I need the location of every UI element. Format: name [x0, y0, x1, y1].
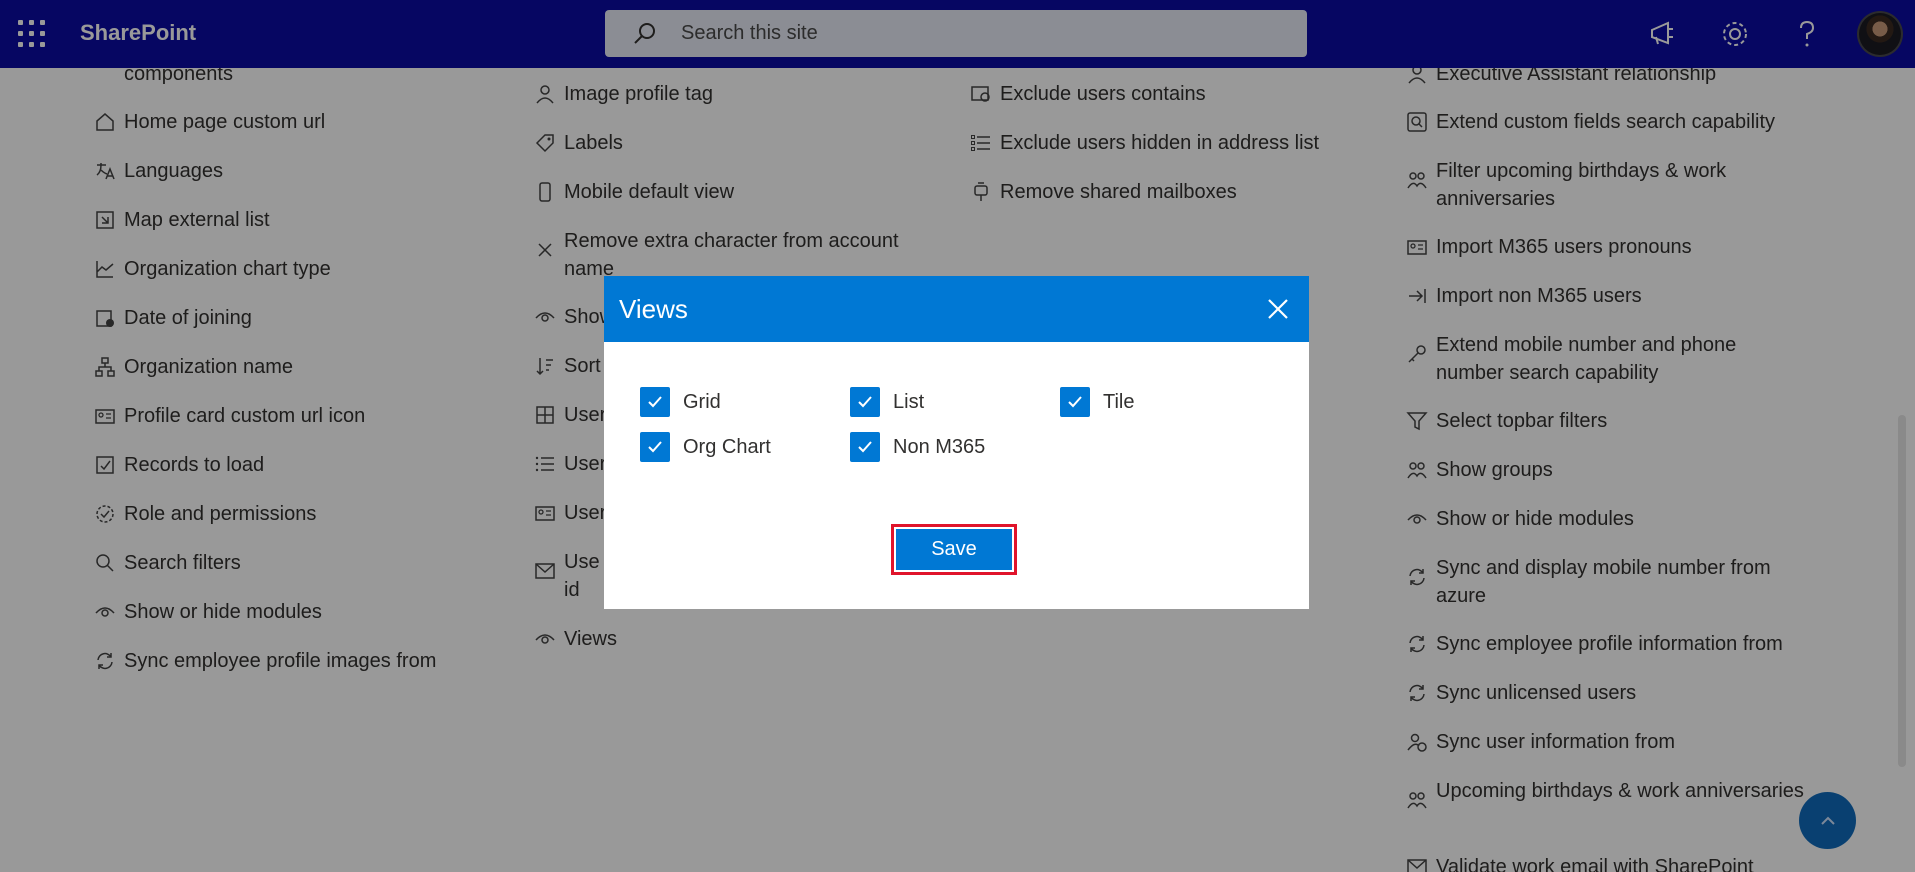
views-dialog: Views Grid List Tile Org Chart Non M365 …: [604, 276, 1309, 609]
checkbox-org-chart[interactable]: Org Chart: [640, 432, 771, 462]
checkbox-checked-icon[interactable]: [640, 432, 670, 462]
checkbox-grid[interactable]: Grid: [640, 387, 721, 417]
checkbox-checked-icon[interactable]: [850, 432, 880, 462]
save-button-highlight: Save: [891, 524, 1017, 575]
dialog-header: Views: [604, 276, 1309, 342]
checkbox-checked-icon[interactable]: [640, 387, 670, 417]
save-button[interactable]: Save: [896, 529, 1012, 570]
checkbox-tile[interactable]: Tile: [1060, 387, 1134, 417]
checkbox-checked-icon[interactable]: [850, 387, 880, 417]
close-icon[interactable]: [1263, 294, 1293, 324]
page-scrollbar[interactable]: [1898, 415, 1906, 767]
dialog-title: Views: [619, 293, 688, 324]
checkbox-checked-icon[interactable]: [1060, 387, 1090, 417]
checkbox-non-m365[interactable]: Non M365: [850, 432, 985, 462]
checkbox-list[interactable]: List: [850, 387, 924, 417]
